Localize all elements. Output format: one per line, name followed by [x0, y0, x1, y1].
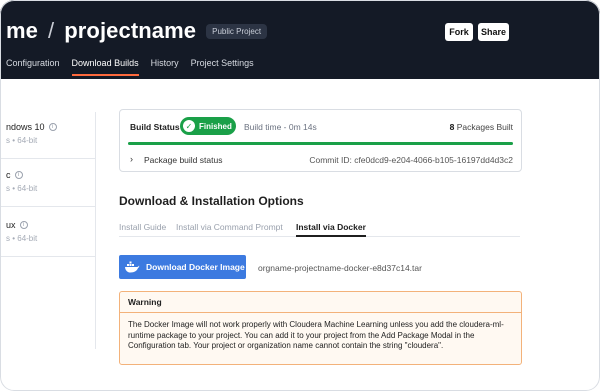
divider [0, 256, 96, 257]
build-progress-bar [128, 142, 513, 145]
status-text: Finished [199, 121, 232, 131]
warning-box: Warning The Docker Image will not work p… [119, 291, 522, 365]
app-window: me / projectname Public Project Fork Sha… [0, 0, 600, 391]
tab-download-builds[interactable]: Download Builds [71, 58, 139, 76]
platform-item-linux[interactable]: ux i s • 64-bit [6, 220, 37, 243]
download-docker-image-label: Download Docker Image [146, 262, 245, 272]
title-project-name: projectname [64, 18, 197, 43]
warning-message: The Docker Image will not work properly … [128, 320, 504, 351]
platform-name: ux [6, 220, 16, 230]
build-progress-fill [128, 142, 513, 145]
info-icon[interactable]: i [48, 123, 57, 131]
platform-name: c [6, 170, 11, 180]
visibility-badge: Public Project [206, 23, 268, 39]
packages-label: Packages Built [456, 122, 513, 132]
title-owner[interactable]: me [6, 18, 38, 44]
packages-built: 8 Packages Built [450, 122, 513, 132]
docker-icon [125, 261, 140, 273]
fork-button[interactable]: Fork [445, 23, 473, 41]
tab-history[interactable]: History [151, 58, 179, 76]
check-icon: ✓ [183, 120, 195, 132]
commit-id: Commit ID: cfe0dcd9-e204-4066-b105-16197… [309, 155, 513, 165]
tab-install-docker[interactable]: Install via Docker [296, 222, 366, 237]
tab-project-settings[interactable]: Project Settings [191, 58, 254, 76]
platform-item-mac[interactable]: ci s • 64-bit [6, 170, 37, 193]
tab-configuration[interactable]: Configuration [6, 58, 60, 76]
platform-item-windows[interactable]: ndows 10 i s • 64-bit [6, 122, 57, 145]
package-build-status-toggle[interactable]: Package build status [144, 155, 222, 165]
tab-install-guide[interactable]: Install Guide [119, 222, 166, 232]
project-tabs: Configuration Download Builds History Pr… [6, 58, 254, 76]
install-tabs: Install Guide Install via Command Prompt… [119, 220, 520, 237]
share-button[interactable]: Share [478, 23, 509, 41]
download-docker-image-button[interactable]: Download Docker Image [119, 255, 246, 279]
project-title: me / projectname Public Project [6, 18, 268, 44]
platform-arch: s • 64-bit [6, 234, 38, 243]
divider [0, 206, 96, 207]
section-title: Download & Installation Options [119, 194, 304, 208]
title-separator: / [48, 18, 55, 43]
platform-arch: s • 64-bit [6, 136, 38, 145]
info-icon[interactable]: i [14, 171, 23, 179]
warning-title: Warning [120, 292, 521, 313]
platform-name: ndows 10 [6, 122, 45, 132]
project-header: me / projectname Public Project Fork Sha… [0, 0, 600, 79]
platform-arch: s • 64-bit [6, 184, 38, 193]
packages-count: 8 [449, 122, 455, 132]
platform-sidebar: ndows 10 i s • 64-bit ci s • 64-bit ux i s… [0, 112, 96, 349]
status-badge: ✓ Finished [180, 117, 236, 135]
build-time: Build time - 0m 14s [244, 122, 317, 132]
build-status-card: Build Status ✓ Finished Build time - 0m … [119, 109, 522, 172]
tab-install-command-prompt[interactable]: Install via Command Prompt [176, 222, 283, 232]
docker-image-filename: orgname-projectname-docker-e8d37c14.tar [258, 263, 422, 273]
build-status-label: Build Status [130, 122, 180, 132]
chevron-right-icon[interactable]: › [130, 154, 133, 164]
info-icon[interactable]: i [19, 221, 28, 229]
divider [0, 158, 96, 159]
